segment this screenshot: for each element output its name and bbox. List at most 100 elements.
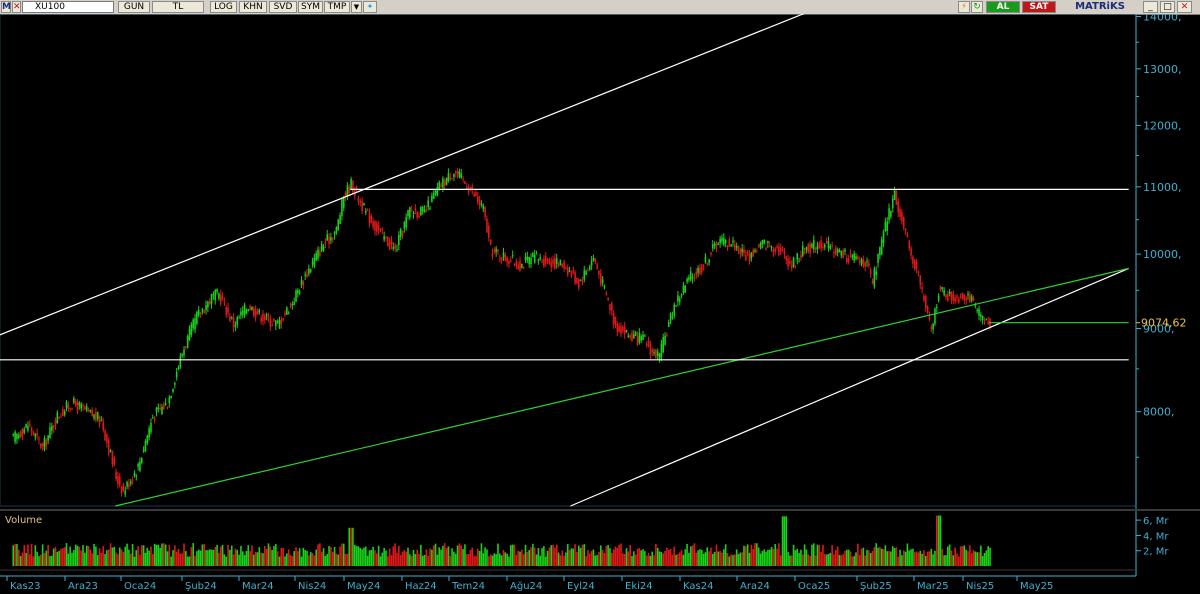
template-button[interactable]: TMP — [324, 1, 350, 13]
candle-body — [328, 236, 330, 244]
volume-bar — [269, 546, 272, 566]
volume-bar — [550, 545, 553, 566]
candle-body — [653, 352, 655, 354]
volume-bar — [324, 555, 327, 566]
candle-body — [897, 201, 900, 213]
volume-bar — [702, 553, 705, 566]
candle-body — [276, 321, 279, 323]
volume-bar — [107, 549, 110, 566]
candle-body — [192, 319, 194, 329]
volume-bar — [906, 543, 909, 566]
candle-body — [152, 417, 154, 419]
volume-bar — [267, 543, 270, 566]
sell-button[interactable]: SAT — [1022, 1, 1056, 13]
svd-button[interactable]: SVD — [269, 1, 297, 13]
volume-bar — [888, 550, 890, 566]
candle-body — [350, 178, 352, 189]
lightning-icon[interactable]: ⚡ — [958, 1, 970, 13]
volume-bar — [675, 554, 677, 566]
candle-body — [73, 397, 75, 403]
volume-bar — [73, 550, 75, 566]
candle-body — [609, 304, 611, 311]
volume-bar — [368, 550, 371, 566]
candle-body — [315, 253, 318, 261]
currency-button[interactable]: TL — [152, 1, 204, 13]
time-tick-label: Haz24 — [405, 581, 437, 592]
timeframe-button[interactable]: GUN — [118, 1, 150, 13]
volume-bar — [469, 549, 472, 566]
candle-body — [673, 304, 676, 316]
candle-body — [961, 292, 964, 299]
volume-bar — [76, 545, 79, 566]
symbol-field[interactable]: XU100 — [22, 1, 114, 13]
candle-body — [221, 296, 224, 300]
dropdown-arrow-icon[interactable]: ▼ — [351, 1, 362, 13]
twitter-icon[interactable]: ✦ — [363, 1, 377, 13]
candle-body — [183, 349, 185, 356]
khn-button[interactable]: KHN — [239, 1, 267, 13]
candle-body — [21, 428, 24, 437]
volume-bar — [533, 547, 536, 566]
log-scale-button[interactable]: LOG — [210, 1, 237, 13]
minimize-icon[interactable]: _ — [1143, 1, 1158, 13]
volume-bar — [792, 544, 795, 566]
candle-body — [838, 250, 841, 253]
candle-body — [49, 427, 51, 439]
volume-bar — [196, 551, 198, 566]
candle-body — [901, 212, 903, 222]
candle-body — [256, 311, 259, 315]
candle-body — [651, 349, 654, 353]
volume-bar — [912, 548, 914, 566]
candle-body — [680, 294, 683, 296]
price-chart[interactable]: 14000,13000,12000,11000,10000,9000,8000,… — [0, 14, 1200, 594]
maximize-icon[interactable]: □ — [1160, 1, 1175, 13]
candle-body — [313, 257, 316, 267]
time-tick-label: Şub25 — [860, 581, 892, 592]
candle-body — [603, 286, 606, 288]
volume-bar — [662, 553, 665, 566]
window-close-icon[interactable]: ✕ — [1177, 1, 1192, 13]
volume-bar — [315, 549, 318, 566]
sym-button[interactable]: SYM — [298, 1, 323, 13]
refresh-icon[interactable]: ↻ — [971, 1, 983, 13]
volume-bar — [748, 552, 751, 566]
candle-body — [614, 316, 617, 325]
candle-body — [611, 303, 613, 311]
volume-bar — [106, 550, 108, 566]
candle-body — [581, 280, 584, 283]
volume-bar — [464, 544, 466, 566]
volume-bar — [620, 543, 622, 566]
volume-bar — [387, 556, 389, 566]
candle-body — [706, 262, 709, 265]
time-tick-label: Ağu24 — [510, 580, 542, 592]
buy-button[interactable]: AL — [986, 1, 1020, 13]
volume-bar — [229, 549, 231, 566]
candle-body — [781, 249, 784, 251]
candle-body — [510, 260, 512, 262]
volume-bar — [357, 546, 360, 566]
volume-bar — [801, 554, 804, 566]
candle-body — [814, 248, 817, 251]
volume-bar — [599, 545, 602, 566]
close-icon[interactable]: ✕ — [12, 1, 21, 13]
candle-body — [216, 289, 218, 292]
candle-body — [519, 261, 521, 272]
candle-body — [475, 192, 477, 197]
volume-bar — [251, 545, 253, 566]
volume-bar — [41, 544, 44, 566]
candle-body — [493, 249, 496, 252]
app-icon[interactable]: M — [1, 1, 11, 13]
candle-body — [300, 279, 303, 285]
candle-body — [359, 201, 362, 203]
volume-bar — [972, 550, 975, 566]
volume-bar — [337, 554, 340, 566]
candle-body — [40, 443, 42, 448]
candle-body — [379, 228, 382, 230]
volume-bar — [300, 556, 303, 566]
volume-bar — [789, 555, 791, 566]
candle-body — [730, 244, 732, 246]
volume-bar — [273, 546, 275, 566]
volume-bar — [664, 550, 666, 566]
volume-bar — [56, 551, 59, 566]
volume-bar — [590, 550, 593, 566]
